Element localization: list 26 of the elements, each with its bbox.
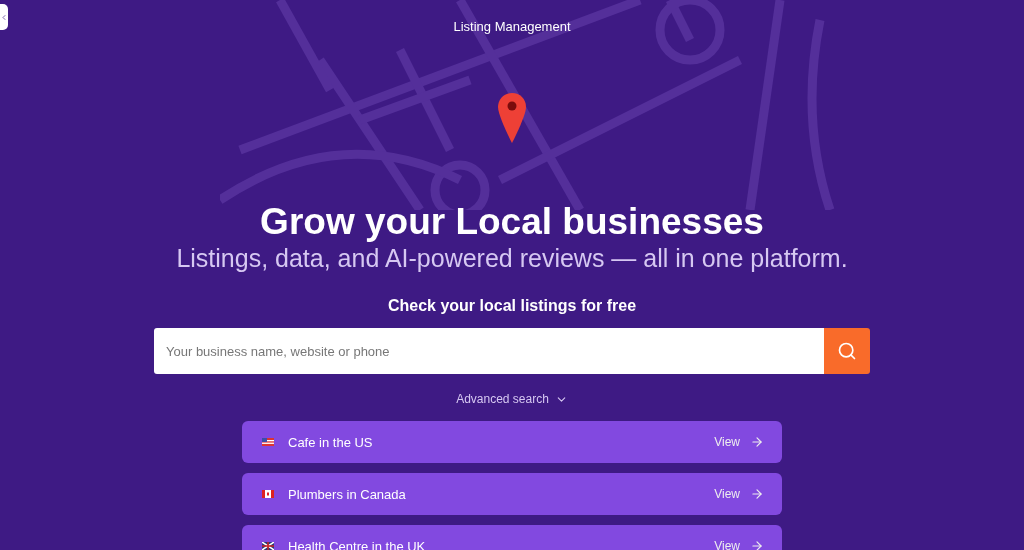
page-title: Listing Management <box>453 19 571 34</box>
map-pin-icon <box>497 91 527 145</box>
view-link[interactable]: View <box>714 487 764 501</box>
view-link[interactable]: View <box>714 539 764 550</box>
listing-label: Plumbers in Canada <box>288 486 407 502</box>
flag-icon <box>262 438 274 446</box>
hero-title: Grow your Local businesses <box>260 201 764 243</box>
search-field[interactable]: Your business name, website or phone <box>154 328 824 374</box>
listing-label: Cafe in the US <box>288 434 374 450</box>
search-button[interactable] <box>824 328 870 374</box>
flag-icon <box>262 490 274 498</box>
hero-subtitle: Listings, data, and AI-powered reviews — all in one platform. <box>176 243 848 273</box>
back-button[interactable] <box>0 4 8 30</box>
chevron-left-icon <box>0 12 8 22</box>
flag-icon <box>262 542 274 550</box>
example-listing-row[interactable]: Health Centre in the UK View <box>242 525 782 550</box>
example-listing-row[interactable]: Plumbers in Canada View <box>242 473 782 515</box>
view-link[interactable]: View <box>714 435 764 449</box>
listing-label: Health Centre in the UK <box>288 538 427 550</box>
advanced-search-toggle[interactable]: Advanced search <box>450 391 574 407</box>
arrow-right-icon <box>750 487 764 501</box>
arrow-right-icon <box>750 539 764 550</box>
arrow-right-icon <box>750 435 764 449</box>
search-label: Check your local listings for free <box>387 297 637 315</box>
example-listing-row[interactable]: Cafe in the US View <box>242 421 782 463</box>
search-icon <box>837 341 857 361</box>
